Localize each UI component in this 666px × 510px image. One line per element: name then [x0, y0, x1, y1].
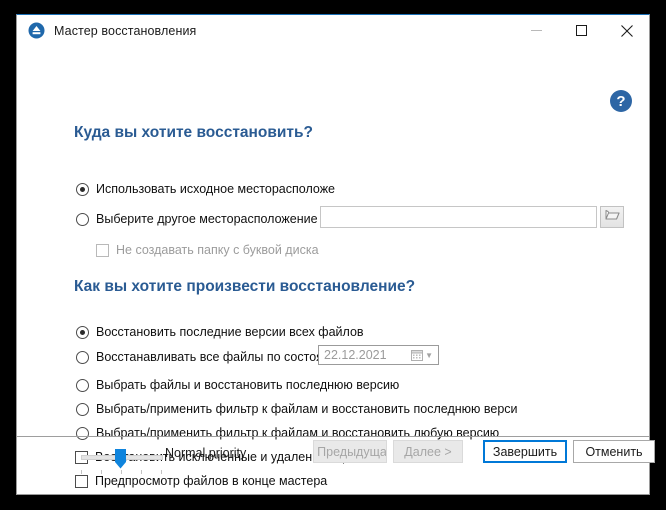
help-button[interactable]: ?: [610, 90, 632, 112]
section-heading-method: Как вы хотите произвести восстановление?: [74, 278, 416, 295]
minimize-icon[interactable]: [514, 15, 559, 46]
radio-select-files-latest[interactable]: [76, 378, 89, 392]
slider-thumb[interactable]: [115, 449, 126, 469]
radio-row-latest-all[interactable]: Восстановить последние версии всех файло…: [76, 323, 364, 341]
eject-circle-icon: [28, 22, 45, 39]
radio-label-as-of-date: Восстанавливать все файлы по состоян: [96, 350, 330, 364]
priority-slider[interactable]: [81, 449, 163, 469]
radio-original-location[interactable]: [76, 182, 89, 196]
radio-filter-latest[interactable]: [76, 402, 89, 416]
calendar-icon: [411, 349, 424, 361]
window-controls: [514, 15, 649, 46]
cancel-button[interactable]: Отменить: [573, 440, 655, 463]
section-heading-destination: Куда вы хотите восстановить?: [74, 124, 314, 141]
restore-wizard-window: Мастер восстановления ? Куда вы хотите в…: [16, 14, 655, 495]
date-picker-value: 22.12.2021: [324, 348, 387, 362]
folder-open-icon: [605, 208, 620, 226]
checkbox-row-no-drive-letter-folder[interactable]: Не создавать папку с буквой диска: [96, 241, 319, 259]
finish-button[interactable]: Завершить: [483, 440, 567, 463]
title-bar: Мастер восстановления: [17, 15, 649, 46]
radio-label-filter-latest: Выбрать/применить фильтр к файлам и восс…: [96, 402, 518, 416]
destination-path-input[interactable]: [320, 206, 597, 228]
next-button[interactable]: Далее >: [393, 440, 463, 463]
radio-row-as-of-date[interactable]: Восстанавливать все файлы по состоян: [76, 348, 330, 366]
chevron-down-icon[interactable]: ▼: [425, 351, 433, 360]
wizard-content: ? Куда вы хотите восстановить? Использов…: [17, 46, 655, 494]
radio-label-latest-all-files: Восстановить последние версии всех файло…: [96, 325, 364, 339]
checkbox-label-no-drive-letter-folder: Не создавать папку с буквой диска: [116, 243, 319, 257]
browse-folder-button[interactable]: [600, 206, 624, 228]
date-picker[interactable]: 22.12.2021 ▼: [318, 345, 439, 365]
window-title: Мастер восстановления: [54, 23, 197, 38]
close-icon[interactable]: [604, 15, 649, 46]
previous-button[interactable]: < Предыдущая: [313, 440, 387, 463]
radio-label-select-files-latest: Выбрать файлы и восстановить последнюю в…: [96, 378, 400, 392]
radio-latest-all-files[interactable]: [76, 325, 89, 339]
radio-label-original-location: Использовать исходное месторасположе: [96, 182, 336, 196]
radio-row-other-location[interactable]: Выберите другое месторасположение: [76, 210, 318, 228]
radio-as-of-date[interactable]: [76, 350, 89, 364]
radio-row-original-location[interactable]: Использовать исходное месторасположе: [76, 180, 335, 198]
slider-ticks: [81, 470, 163, 475]
radio-row-filter-latest[interactable]: Выбрать/применить фильтр к файлам и восс…: [76, 400, 518, 418]
radio-label-other-location: Выберите другое месторасположение: [96, 212, 318, 226]
priority-label: Normal priority: [165, 446, 247, 460]
radio-row-select-files-latest[interactable]: Выбрать файлы и восстановить последнюю в…: [76, 376, 399, 394]
checkbox-no-drive-letter-folder[interactable]: [96, 243, 109, 257]
maximize-icon[interactable]: [559, 15, 604, 46]
footer-bar: Normal priority < Предыдущая Далее > Зав…: [17, 437, 655, 494]
radio-other-location[interactable]: [76, 212, 89, 226]
